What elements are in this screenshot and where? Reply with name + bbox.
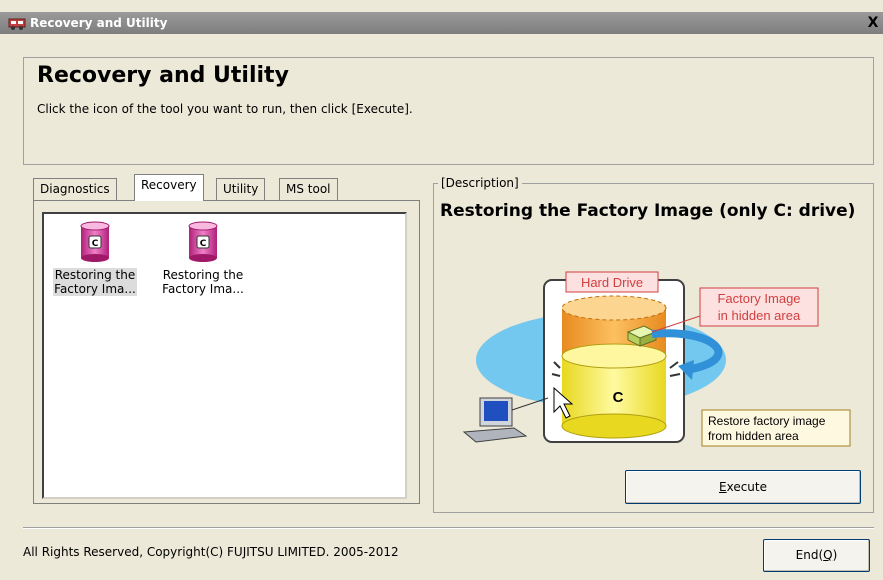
computer-icon bbox=[462, 397, 528, 443]
window-title: Recovery and Utility bbox=[30, 16, 168, 30]
tool-label-line1: Restoring the bbox=[54, 268, 136, 282]
description-title: Restoring the Factory Image (only C: dri… bbox=[440, 201, 856, 221]
tab-diagnostics[interactable]: Diagnostics bbox=[33, 178, 117, 200]
end-mnemonic: Q bbox=[823, 548, 833, 562]
description-legend: [Description] bbox=[438, 176, 522, 190]
tool-label-line1: Restoring the bbox=[162, 268, 244, 282]
factory-image-label-2: in hidden area bbox=[718, 308, 801, 323]
restore-illustration: Hard Drive Factory Image in hidden area … bbox=[462, 271, 851, 447]
execute-label: xecute bbox=[726, 480, 767, 494]
tool-label-line2: Factory Ima... bbox=[54, 282, 136, 296]
close-button[interactable]: X bbox=[865, 14, 881, 32]
restore-label-2: from hidden area bbox=[708, 429, 799, 443]
footer-divider bbox=[23, 527, 874, 529]
hard-drive-label: Hard Drive bbox=[581, 275, 643, 290]
copyright-text: All Rights Reserved, Copyright(C) FUJITS… bbox=[23, 545, 399, 559]
drive-c-label: C bbox=[613, 389, 624, 406]
execute-button[interactable]: Execute bbox=[625, 470, 861, 504]
tool-item-restore-factory-2[interactable]: C Restoring the Factory Ima... bbox=[152, 220, 254, 296]
svg-text:C: C bbox=[92, 239, 99, 249]
factory-image-label-1: Factory Image bbox=[717, 291, 800, 306]
execute-mnemonic: E bbox=[719, 480, 727, 494]
drive-c-icon: C bbox=[80, 221, 110, 262]
tool-label-line2: Factory Ima... bbox=[162, 282, 244, 296]
tool-item-restore-factory-1[interactable]: C Restoring the Factory Ima... bbox=[44, 220, 146, 296]
tab-recovery[interactable]: Recovery bbox=[134, 174, 204, 201]
tool-list[interactable]: C Restoring the Factory Ima... C Restorin… bbox=[42, 212, 407, 499]
instruction-text: Click the icon of the tool you want to r… bbox=[37, 102, 413, 116]
end-button[interactable]: End(Q) bbox=[763, 539, 870, 572]
end-suffix: ) bbox=[832, 548, 838, 562]
title-bar: Recovery and Utility X bbox=[0, 12, 883, 34]
page-title: Recovery and Utility bbox=[37, 63, 289, 88]
tab-ms-tool[interactable]: MS tool bbox=[279, 178, 338, 200]
header-panel: Recovery and Utility Click the icon of t… bbox=[23, 57, 874, 165]
end-prefix: End( bbox=[795, 548, 824, 562]
drive-c-icon: C bbox=[188, 221, 218, 262]
svg-text:C: C bbox=[200, 239, 207, 249]
restore-label-1: Restore factory image bbox=[708, 414, 826, 428]
tab-utility[interactable]: Utility bbox=[216, 178, 266, 200]
app-icon bbox=[8, 18, 26, 30]
recovery-tab-panel: C Restoring the Factory Ima... C Restorin… bbox=[33, 200, 420, 504]
